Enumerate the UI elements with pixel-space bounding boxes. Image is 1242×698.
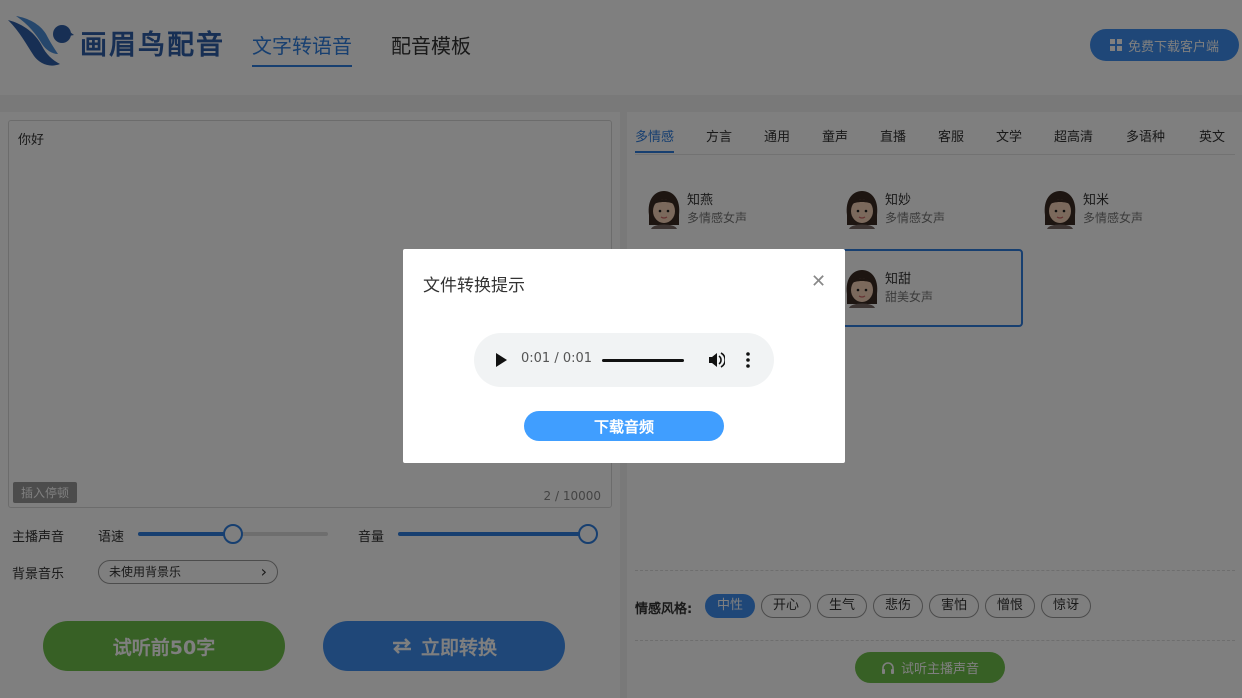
audio-progress-bar[interactable]	[602, 359, 684, 362]
download-audio-button[interactable]: 下载音频	[524, 411, 724, 441]
audio-time: 0:01 / 0:01	[521, 351, 593, 366]
dialog-title: 文件转换提示	[423, 276, 525, 296]
conversion-dialog: 文件转换提示 ✕ 0:01 / 0:01 下载音频	[403, 249, 845, 463]
close-icon[interactable]: ✕	[811, 271, 826, 292]
audio-player[interactable]: 0:01 / 0:01	[474, 333, 774, 387]
volume-icon[interactable]	[707, 351, 725, 369]
play-icon[interactable]	[496, 353, 507, 367]
more-vertical-icon[interactable]	[746, 352, 750, 368]
